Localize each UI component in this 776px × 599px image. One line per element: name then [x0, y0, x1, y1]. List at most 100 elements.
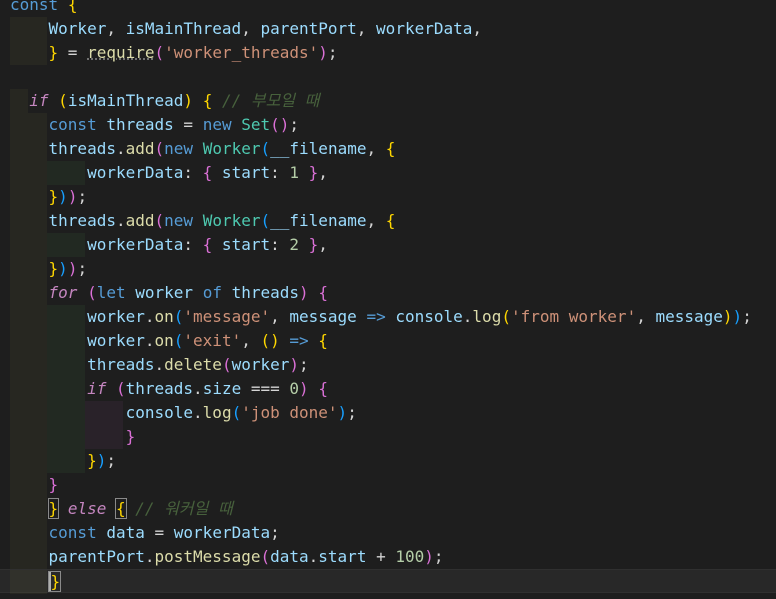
code-line[interactable]: } else { // 워커일 때: [0, 497, 776, 521]
code-line[interactable]: worker.on('message', message => console.…: [0, 305, 776, 329]
code-token: :: [183, 163, 203, 182]
code-token: 'worker_threads': [164, 43, 319, 62]
code-token: (: [173, 331, 184, 350]
code-token: start: [318, 547, 367, 566]
code-token: .: [144, 547, 155, 566]
code-line[interactable]: }));: [0, 185, 776, 209]
code-editor[interactable]: const { Worker, isMainThread, parentPort…: [0, 0, 776, 599]
code-token: (: [221, 355, 232, 374]
code-token: .: [115, 139, 126, 158]
code-token: (: [260, 547, 271, 566]
code-token: threads: [125, 379, 194, 398]
code-token: ===: [241, 379, 290, 398]
code-token: .: [193, 403, 203, 422]
code-text: for (let worker of threads) {: [10, 281, 328, 305]
code-line[interactable]: });: [0, 449, 776, 473]
code-line[interactable]: const threads = new Set();: [0, 113, 776, 137]
code-token: }: [308, 235, 319, 254]
code-token: workerData: [87, 235, 184, 254]
code-text: } = require('worker_threads');: [10, 41, 338, 65]
code-token: 0: [289, 379, 300, 398]
code-token: ;: [433, 547, 444, 566]
code-line[interactable]: threads.delete(worker);: [0, 353, 776, 377]
code-token: (: [173, 307, 184, 326]
code-token: =: [173, 115, 203, 134]
code-token: worker: [135, 283, 194, 302]
code-token: {: [318, 379, 328, 398]
code-token: data: [270, 547, 309, 566]
code-line[interactable]: threads.add(new Worker(__filename, {: [0, 209, 776, 233]
code-token: console: [395, 307, 463, 326]
code-line[interactable]: parentPort.postMessage(data.start + 100)…: [0, 545, 776, 569]
code-token: }: [48, 43, 59, 62]
code-line[interactable]: const {: [0, 0, 776, 17]
code-token: }: [87, 451, 97, 470]
code-token: :: [270, 235, 290, 254]
code-text: parentPort.postMessage(data.start + 100)…: [10, 545, 444, 569]
code-token: ,: [366, 139, 386, 158]
code-line[interactable]: }: [0, 425, 776, 449]
code-token: Worker: [202, 139, 261, 158]
code-token: threads: [48, 211, 116, 230]
code-line[interactable]: }));: [0, 257, 776, 281]
code-token: const: [48, 115, 97, 134]
code-text: const threads = new Set();: [10, 113, 300, 137]
code-token: ): [299, 283, 309, 302]
code-token: {: [202, 235, 213, 254]
code-token: of: [202, 283, 222, 302]
code-line[interactable]: workerData: { start: 2 },: [0, 233, 776, 257]
code-line[interactable]: [0, 65, 776, 89]
code-line[interactable]: threads.add(new Worker(__filename, {: [0, 137, 776, 161]
code-token: ): [318, 43, 328, 62]
code-text: if (isMainThread) { // 부모일 때: [10, 89, 319, 113]
code-text: }: [10, 473, 59, 497]
code-line[interactable]: if (threads.size === 0) {: [0, 377, 776, 401]
code-token: 'exit': [183, 331, 242, 350]
code-token: (: [58, 91, 68, 110]
code-line[interactable]: workerData: { start: 1 },: [0, 161, 776, 185]
code-token: .: [144, 331, 155, 350]
code-line[interactable]: Worker, isMainThread, parentPort, worker…: [0, 17, 776, 41]
code-text: threads.add(new Worker(__filename, {: [10, 209, 396, 233]
code-token: ): [424, 547, 434, 566]
code-token: ;: [289, 115, 300, 134]
code-token: threads: [87, 355, 155, 374]
code-line[interactable]: }: [0, 569, 776, 594]
code-token: ,: [241, 331, 261, 350]
code-token: {: [67, 0, 78, 14]
code-token: .: [193, 379, 203, 398]
code-token: new: [202, 115, 232, 134]
code-token: }: [47, 498, 60, 519]
code-text: threads.add(new Worker(__filename, {: [10, 137, 396, 161]
code-line[interactable]: const data = workerData;: [0, 521, 776, 545]
code-token: }: [48, 259, 59, 278]
code-line[interactable]: console.log('job done');: [0, 401, 776, 425]
code-line[interactable]: worker.on('exit', () => {: [0, 329, 776, 353]
code-token: worker: [87, 307, 145, 326]
code-text: }));: [10, 257, 88, 281]
code-token: {: [318, 331, 328, 350]
code-line[interactable]: }: [0, 473, 776, 497]
code-token: const: [10, 0, 59, 14]
code-line[interactable]: if (isMainThread) { // 부모일 때: [0, 89, 776, 113]
code-token: require: [87, 43, 155, 62]
code-token: worker: [231, 355, 290, 374]
code-token: ;: [77, 187, 88, 206]
code-line[interactable]: } = require('worker_threads');: [0, 41, 776, 65]
code-token: (: [231, 403, 242, 422]
code-line[interactable]: for (let worker of threads) {: [0, 281, 776, 305]
code-token: ;: [327, 43, 338, 62]
